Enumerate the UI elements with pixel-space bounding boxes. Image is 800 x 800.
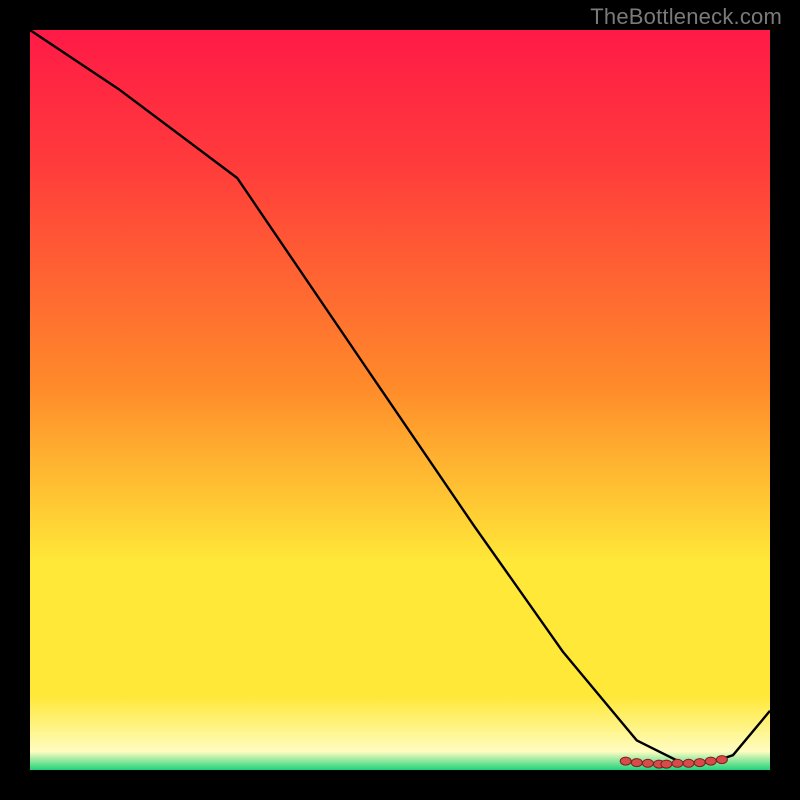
marker-point xyxy=(620,757,631,765)
marker-point xyxy=(631,759,642,767)
marker-point xyxy=(661,760,672,768)
marker-point xyxy=(642,759,653,767)
attribution-label: TheBottleneck.com xyxy=(590,4,782,30)
plot-area xyxy=(30,30,770,770)
gradient-background xyxy=(30,30,770,770)
marker-point xyxy=(694,759,705,767)
chart-container: TheBottleneck.com xyxy=(0,0,800,800)
chart-svg xyxy=(30,30,770,770)
marker-point xyxy=(683,759,694,767)
marker-point xyxy=(705,757,716,765)
marker-point xyxy=(672,759,683,767)
marker-point xyxy=(716,756,727,764)
